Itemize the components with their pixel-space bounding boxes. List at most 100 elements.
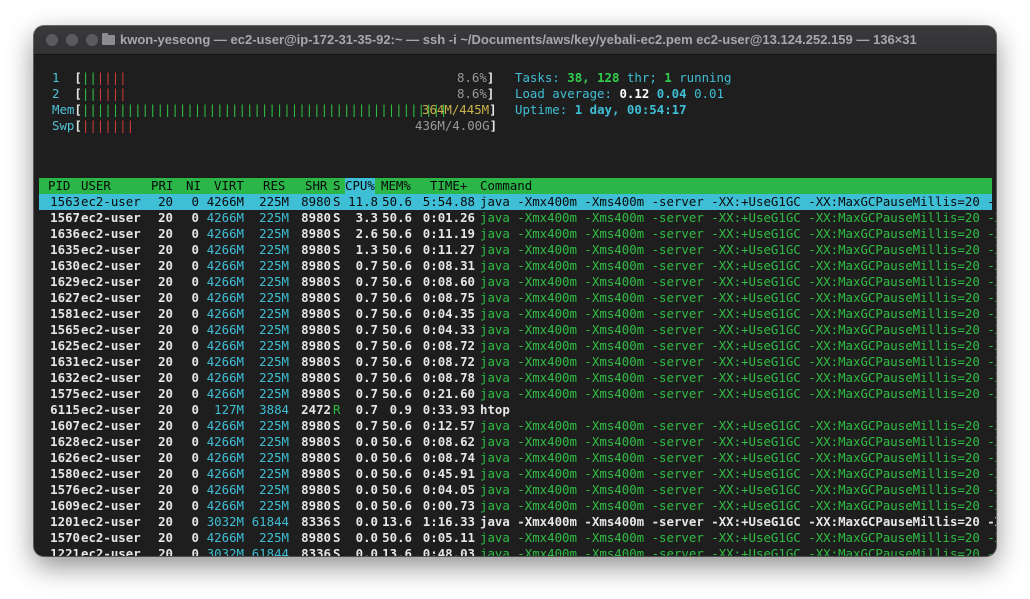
cell-user: ec2-user [81, 274, 141, 289]
cell-user: ec2-user [81, 306, 141, 321]
process-row[interactable]: 1565 ec2-user 20 0 4266M 225M 8980 S 0.7 50.6 0:04… [39, 322, 996, 338]
close-button[interactable] [46, 34, 58, 46]
cell-cpu: 0.0 [355, 482, 378, 497]
col-mem[interactable]: MEM% [381, 178, 411, 194]
cell-shr: 8980 [301, 418, 331, 433]
cell-shr: 8980 [301, 226, 331, 241]
cell-ni: 0 [191, 498, 199, 513]
cell-shr: 8980 [301, 482, 331, 497]
cell-ni: 0 [191, 290, 199, 305]
cell-s: S [333, 530, 341, 545]
col-res[interactable]: RES [263, 178, 285, 194]
cell-ni: 0 [191, 482, 199, 497]
cell-mem: 50.6 [382, 418, 412, 433]
cell-s: S [333, 210, 341, 225]
cell-cpu: 1.3 [355, 242, 378, 257]
cell-user: ec2-user [81, 498, 141, 513]
col-user[interactable]: USER [81, 178, 111, 194]
process-row[interactable]: 1631 ec2-user 20 0 4266M 225M 8980 S 0.7 50.6 0:08… [39, 354, 996, 370]
cell-cmd: java -Xmx400m -Xms400m -server -XX:+UseG… [480, 226, 996, 241]
cell-cmd: java -Xmx400m -Xms400m -server -XX:+UseG… [480, 290, 996, 305]
cell-cpu: 0.0 [355, 466, 378, 481]
cell-s: S [333, 466, 341, 481]
cell-pri: 20 [158, 418, 173, 433]
cell-ni: 0 [191, 194, 199, 209]
col-pri[interactable]: PRI [151, 178, 173, 194]
process-row[interactable]: 1201 ec2-user 20 0 3032M 61844 8336 S 0.0 13.6 1:1… [39, 514, 996, 530]
cell-pri: 20 [158, 466, 173, 481]
cell-cpu: 0.7 [355, 338, 378, 353]
cell-virt: 4266M [206, 466, 244, 481]
col-command[interactable]: Command [480, 178, 532, 194]
cell-ni: 0 [191, 306, 199, 321]
cell-time: 0:08.75 [422, 290, 475, 305]
cell-time: 0:45.91 [422, 466, 475, 481]
cell-res: 225M [259, 322, 289, 337]
zoom-button[interactable] [86, 34, 98, 46]
cell-cmd: java -Xmx400m -Xms400m -server -XX:+UseG… [480, 482, 996, 497]
process-row[interactable]: 1629 ec2-user 20 0 4266M 225M 8980 S 0.7 50.6 0:08… [39, 274, 996, 290]
process-row[interactable]: 1576 ec2-user 20 0 4266M 225M 8980 S 0.0 50.6 0:04… [39, 482, 996, 498]
process-row[interactable]: 1563 ec2-user 20 0 4266M 225M 8980 S 11.8 50.6 5:5… [39, 194, 996, 210]
cell-cmd: java -Xmx400m -Xms400m -server -XX:+UseG… [480, 530, 996, 545]
col-time[interactable]: TIME+ [430, 178, 467, 194]
process-row[interactable]: 1636 ec2-user 20 0 4266M 225M 8980 S 2.6 50.6 0:11… [39, 226, 996, 242]
col-virt[interactable]: VIRT [214, 178, 244, 194]
cell-user: ec2-user [81, 338, 141, 353]
process-row[interactable]: 1625 ec2-user 20 0 4266M 225M 8980 S 0.7 50.6 0:08… [39, 338, 996, 354]
process-row[interactable]: 1628 ec2-user 20 0 4266M 225M 8980 S 0.0 50.6 0:08… [39, 434, 996, 450]
cell-cmd: java -Xmx400m -Xms400m -server -XX:+UseG… [480, 450, 996, 465]
process-row[interactable]: 1567 ec2-user 20 0 4266M 225M 8980 S 3.3 50.6 0:01… [39, 210, 996, 226]
col-shr[interactable]: SHR [305, 178, 327, 194]
process-row[interactable]: 1570 ec2-user 20 0 4266M 225M 8980 S 0.0 50.6 0:05… [39, 530, 996, 546]
cell-cpu: 2.6 [355, 226, 378, 241]
cell-mem: 50.6 [382, 322, 412, 337]
process-row[interactable]: 1575 ec2-user 20 0 4266M 225M 8980 S 0.7 50.6 0:21… [39, 386, 996, 402]
process-row[interactable]: 1607 ec2-user 20 0 4266M 225M 8980 S 0.7 50.6 0:12… [39, 418, 996, 434]
process-row[interactable]: 1635 ec2-user 20 0 4266M 225M 8980 S 1.3 50.6 0:11… [39, 242, 996, 258]
col-pid[interactable]: PID [48, 178, 70, 194]
cell-res: 225M [259, 530, 289, 545]
cell-s: S [333, 242, 341, 257]
cell-mem: 50.6 [382, 242, 412, 257]
process-row[interactable]: 1221 ec2-user 20 0 3032M 61844 8336 S 0.0 13.6 0:4… [39, 546, 996, 556]
col-ni[interactable]: NI [186, 178, 201, 194]
cell-mem: 50.6 [382, 450, 412, 465]
cell-virt: 4266M [206, 418, 244, 433]
cell-shr: 8980 [301, 498, 331, 513]
cell-pid: 1631 [50, 354, 80, 369]
cell-user: ec2-user [81, 546, 141, 556]
cell-time: 1:16.33 [422, 514, 475, 529]
cell-shr: 8980 [301, 450, 331, 465]
process-row[interactable]: 1609 ec2-user 20 0 4266M 225M 8980 S 0.0 50.6 0:00… [39, 498, 996, 514]
cell-ni: 0 [191, 418, 199, 433]
cell-pri: 20 [158, 290, 173, 305]
process-row[interactable]: 1580 ec2-user 20 0 4266M 225M 8980 S 0.0 50.6 0:45… [39, 466, 996, 482]
cell-mem: 13.6 [382, 546, 412, 556]
cell-user: ec2-user [81, 418, 141, 433]
cell-s: S [333, 322, 341, 337]
cell-pid: 1580 [50, 466, 80, 481]
minimize-button[interactable] [66, 34, 78, 46]
process-row[interactable]: 6115 ec2-user 20 0 127M 3884 2472 R 0.7 0.9 0:33.9… [39, 402, 992, 418]
process-row[interactable]: 1581 ec2-user 20 0 4266M 225M 8980 S 0.7 50.6 0:04… [39, 306, 996, 322]
cell-user: ec2-user [81, 290, 141, 305]
cell-res: 225M [259, 386, 289, 401]
cell-time: 0:04.05 [422, 482, 475, 497]
process-row[interactable]: 1627 ec2-user 20 0 4266M 225M 8980 S 0.7 50.6 0:08… [39, 290, 996, 306]
cell-mem: 50.6 [382, 434, 412, 449]
process-row[interactable]: 1626 ec2-user 20 0 4266M 225M 8980 S 0.0 50.6 0:08… [39, 450, 996, 466]
cell-virt: 4266M [206, 450, 244, 465]
col-state[interactable]: S [333, 178, 340, 194]
cell-user: ec2-user [81, 194, 141, 209]
process-row[interactable]: 1630 ec2-user 20 0 4266M 225M 8980 S 0.7 50.6 0:08… [39, 258, 996, 274]
cell-pid: 1626 [50, 450, 80, 465]
cell-virt: 4266M [206, 242, 244, 257]
cell-virt: 3032M [206, 546, 244, 556]
col-cpu[interactable]: CPU% [345, 178, 375, 194]
cell-pid: 1581 [50, 306, 80, 321]
cell-shr: 8980 [301, 258, 331, 273]
process-row[interactable]: 1632 ec2-user 20 0 4266M 225M 8980 S 0.7 50.6 0:08… [39, 370, 996, 386]
cell-s: S [333, 290, 341, 305]
cell-ni: 0 [191, 242, 199, 257]
